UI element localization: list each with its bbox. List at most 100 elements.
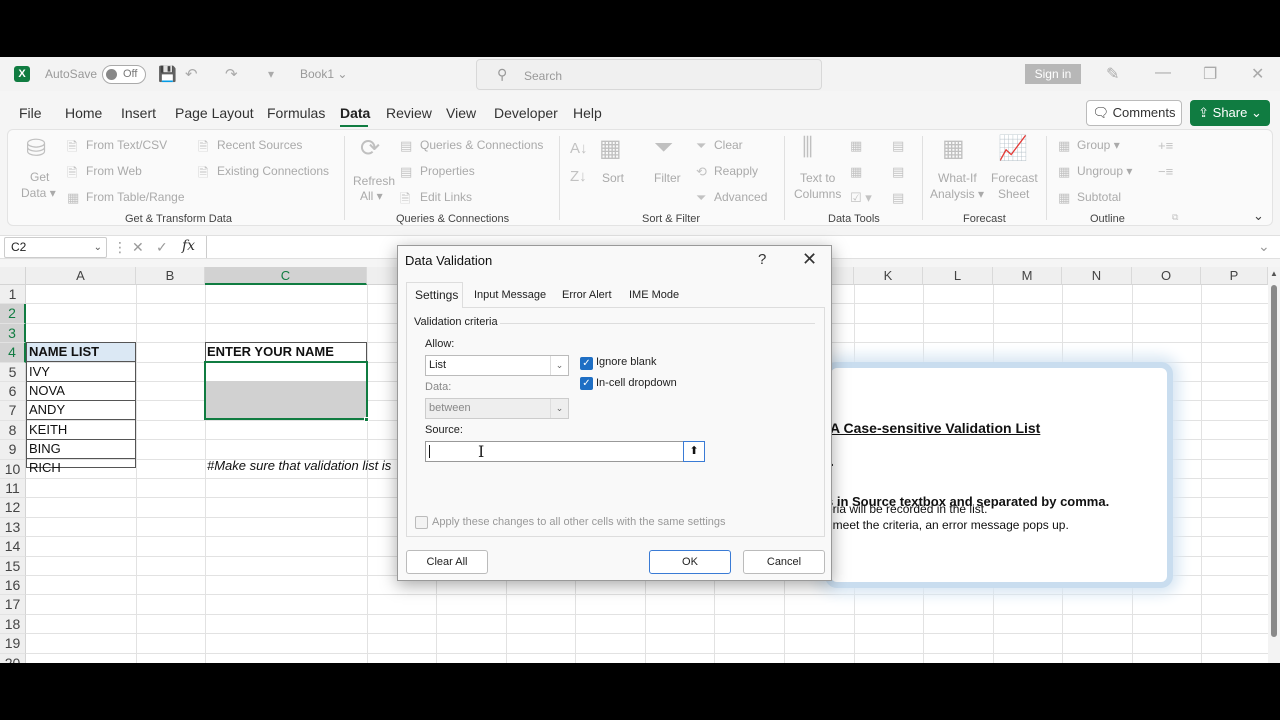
sort-az-icon[interactable]: A↓ [570,140,588,157]
text-to-columns-label-1[interactable]: Text to [800,171,835,185]
column-header-k[interactable]: K [854,267,923,285]
tab-error-alert[interactable]: Error Alert [562,289,612,301]
apply-all-label[interactable]: Apply these changes to all other cells w… [432,516,726,528]
tab-review[interactable]: Review [386,105,432,121]
cell-a5[interactable]: KEITH [29,420,67,439]
from-table-range-button[interactable]: From Table/Range [86,190,185,204]
row-header-7[interactable]: 7 [0,401,26,421]
row-header-1[interactable]: 1 [0,285,26,305]
row-header-20[interactable]: 20 [0,653,26,663]
show-detail-icon[interactable]: +≡ [1158,138,1173,153]
insert-function-icon[interactable]: fx [182,238,195,254]
ignore-blank-checkbox[interactable]: ✓ [580,357,593,370]
row-header-12[interactable]: 12 [0,498,26,518]
group-button[interactable]: Group ▾ [1077,138,1120,152]
data-model-icon[interactable]: ▤ [892,190,904,206]
column-header-a[interactable]: A [26,267,136,285]
restore-icon[interactable]: ❐ [1203,64,1217,84]
comments-button[interactable]: 🗨 Comments [1086,100,1182,126]
select-all-corner[interactable] [0,267,26,285]
ignore-blank-label[interactable]: Ignore blank [596,356,657,368]
consolidate-icon[interactable]: ▤ [892,138,904,154]
row-header-18[interactable]: 18 [0,614,26,635]
forecast-sheet-label-2[interactable]: Sheet [998,187,1029,201]
outline-launcher-icon[interactable]: ⧉ [1172,212,1178,223]
column-header-p[interactable]: P [1201,267,1268,285]
from-web-button[interactable]: From Web [86,164,142,178]
row-header-9[interactable]: 9 [0,440,26,460]
save-icon[interactable]: 💾 [158,65,177,83]
edit-links-button[interactable]: Edit Links [420,190,472,204]
undo-icon[interactable]: ↶ [185,65,198,83]
tab-settings[interactable]: Settings [415,288,458,302]
cell-a4[interactable]: ANDY [29,400,65,419]
pen-icon[interactable]: ✎ [1106,64,1119,84]
search-box[interactable]: ⚲ Search [476,59,822,90]
column-header-m[interactable]: M [993,267,1062,285]
row-header-17[interactable]: 17 [0,595,26,615]
tab-ime-mode[interactable]: IME Mode [629,289,679,301]
column-header-o[interactable]: O [1132,267,1201,285]
tab-developer[interactable]: Developer [494,105,558,121]
row-header-8[interactable]: 8 [0,420,26,441]
share-button[interactable]: ⇪ Share ⌄ [1190,100,1270,126]
ok-button[interactable]: OK [649,550,731,574]
reapply-button[interactable]: Reapply [714,164,758,178]
row-header-16[interactable]: 16 [0,576,26,596]
text-to-columns-label-2[interactable]: Columns [794,187,841,201]
tab-help[interactable]: Help [573,105,602,121]
in-cell-dropdown-checkbox[interactable]: ✓ [580,377,593,390]
cell-a2[interactable]: IVY [29,362,50,381]
cell-a6[interactable]: BING [29,439,61,458]
recent-sources-button[interactable]: Recent Sources [217,138,302,152]
ungroup-button[interactable]: Ungroup ▾ [1077,164,1132,178]
cell-a7[interactable]: RICH [29,458,61,477]
clear-all-button[interactable]: Clear All [406,550,488,574]
scroll-up-icon[interactable]: ▲ [1270,269,1278,278]
cell-c1[interactable]: ENTER YOUR NAME [207,342,334,361]
more-options-icon[interactable]: ⋮ [113,239,127,256]
properties-button[interactable]: Properties [420,164,475,178]
info-textbox[interactable] [825,362,1173,588]
workbook-name[interactable]: Book1 ⌄ [300,67,347,81]
row-header-14[interactable]: 14 [0,537,26,557]
hide-detail-icon[interactable]: −≡ [1158,164,1173,179]
confirm-edit-icon[interactable]: ✓ [156,239,168,256]
selected-range-border[interactable] [204,361,368,420]
sort-za-icon[interactable]: Z↓ [570,168,587,185]
row-header-5[interactable]: 5 [0,362,26,382]
range-select-icon[interactable]: ⬆ [683,441,705,462]
filter-button[interactable]: Filter [654,171,681,185]
sign-in-button[interactable]: Sign in [1025,64,1081,84]
vertical-scrollbar[interactable]: ▲ [1268,267,1280,663]
refresh-all-label-1[interactable]: Refresh [353,174,395,188]
column-header-b[interactable]: B [136,267,205,285]
row-header-13[interactable]: 13 [0,517,26,538]
help-icon[interactable]: ? [758,251,766,268]
window-close-icon[interactable]: ✕ [1251,64,1264,84]
get-data-label-1[interactable]: Get [30,170,49,184]
flash-fill-icon[interactable]: ▦ [850,138,862,154]
row-header-2[interactable]: 2 [0,304,26,324]
relationships-icon[interactable]: ▤ [892,164,904,180]
column-header-c[interactable]: C [205,267,367,285]
what-if-label-1[interactable]: What-If [938,171,977,185]
expand-formula-bar-icon[interactable]: ⌄ [1258,238,1270,255]
row-header-4[interactable]: 4 [0,343,26,363]
sort-button[interactable]: Sort [602,171,624,185]
tab-page-layout[interactable]: Page Layout [175,105,254,121]
row-header-15[interactable]: 15 [0,556,26,576]
customize-qat-icon[interactable]: ▾ [268,67,274,81]
autosave-toggle[interactable]: Off [102,65,146,84]
row-header-3[interactable]: 3 [0,323,26,344]
get-data-label-2[interactable]: Data ▾ [21,186,56,200]
source-input[interactable]: I [425,441,685,462]
close-icon[interactable]: ✕ [802,249,817,270]
advanced-button[interactable]: Advanced [714,190,767,204]
column-header-l[interactable]: L [923,267,993,285]
row-header-10[interactable]: 10 [0,459,26,479]
name-box[interactable]: C2 ⌄ [4,237,107,258]
existing-connections-button[interactable]: Existing Connections [217,164,329,178]
minimize-icon[interactable]: — [1155,64,1171,82]
fill-handle[interactable] [364,417,369,422]
